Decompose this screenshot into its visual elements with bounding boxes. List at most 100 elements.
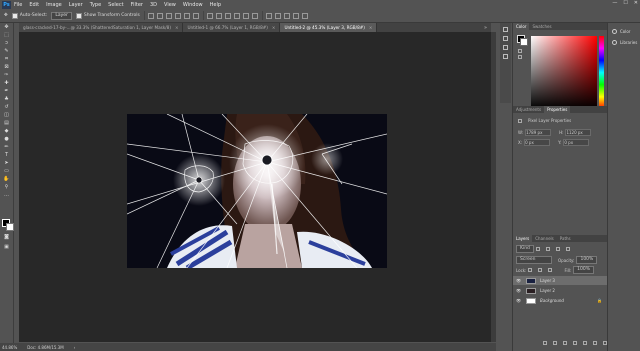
align-middle-icon[interactable] [183,12,190,19]
brush-tool-icon[interactable]: ✒ [3,88,10,94]
menu-file[interactable]: File [14,2,22,8]
filter-shape-icon[interactable] [565,247,570,251]
align-center-icon[interactable] [156,12,163,19]
hand-tool-icon[interactable]: ✋ [3,176,10,182]
character-panel-icon[interactable] [503,45,508,50]
align-bottom-icon[interactable] [192,12,199,19]
visibility-eye-icon[interactable]: 👁 [516,298,521,303]
tab-channels[interactable]: Channels [532,235,557,242]
x-field[interactable]: 0 px [524,139,551,146]
opacity-field[interactable]: 100% [576,256,598,264]
blur-tool-icon[interactable]: ◆ [3,128,10,134]
3d-mode-icon[interactable] [274,12,281,19]
3d-mode-icon[interactable] [265,12,272,19]
tab-color[interactable]: Color [513,23,530,30]
clone-stamp-tool-icon[interactable]: ♣ [3,96,10,102]
menu-edit[interactable]: Edit [29,2,39,8]
tab-paths[interactable]: Paths [557,235,574,242]
zoom-tool-icon[interactable]: ⚲ [3,184,10,190]
distribute-icon[interactable] [224,12,231,19]
3d-mode-icon[interactable] [292,12,299,19]
menu-filter[interactable]: Filter [131,2,143,8]
align-left-icon[interactable] [147,12,154,19]
width-field[interactable]: 1789 px [525,129,552,136]
menu-image[interactable]: Image [46,2,62,8]
color-picker-field[interactable] [531,36,597,109]
layer-row[interactable]: 👁 Background 🔒 [513,296,608,305]
background-color[interactable] [6,223,14,231]
rectangle-tool-icon[interactable]: ▭ [3,168,10,174]
more-tools-icon[interactable]: … [3,192,10,198]
history-panel-icon[interactable] [503,27,508,32]
auto-select-dropdown[interactable]: Layer [51,11,72,20]
menu-select[interactable]: Select [108,2,123,8]
distribute-icon[interactable] [206,12,213,19]
libraries-item[interactable]: Libraries [612,40,640,45]
type-tool-icon[interactable]: T [3,152,10,158]
blend-mode-dropdown[interactable]: Screen [516,256,552,264]
menu-view[interactable]: View [164,2,176,8]
adjustment-layer-icon[interactable] [573,341,577,345]
paragraph-panel-icon[interactable] [503,54,508,59]
tab-adjustments[interactable]: Adjustments [513,106,544,113]
auto-select-checkbox[interactable] [11,12,18,19]
visibility-eye-icon[interactable]: 👁 [516,278,521,283]
brushes-panel-icon[interactable] [503,36,508,41]
zoom-level[interactable]: 44.86% [2,345,17,350]
quick-select-tool-icon[interactable]: ✎ [3,48,10,54]
status-arrow-icon[interactable]: › [74,345,76,350]
menu-window[interactable]: Window [183,2,203,8]
hue-slider[interactable] [599,36,604,109]
transform-option[interactable]: Show Transform Controls [75,12,140,19]
panel-background-color[interactable] [520,38,528,46]
crop-tool-icon[interactable]: ⌗ [3,56,10,62]
document-image[interactable] [127,114,387,268]
distribute-icon[interactable] [251,12,258,19]
layer-row[interactable]: 👁 Layer 2 [513,286,608,295]
auto-select-option[interactable]: Auto-Select: [11,12,47,19]
distribute-icon[interactable] [233,12,240,19]
eyedropper-tool-icon[interactable]: ✑ [3,72,10,78]
menu-3d[interactable]: 3D [150,2,157,8]
color-swatches[interactable] [2,219,14,231]
move-tool-icon[interactable]: ✥ [4,13,8,18]
dodge-tool-icon[interactable]: ● [3,136,10,142]
doc-tab-active[interactable]: Untitled-2 @ 45.3% (Layer 3, RGB/8#) × [280,23,378,32]
lock-all-icon[interactable] [548,268,553,272]
healing-brush-tool-icon[interactable]: ✚ [3,80,10,86]
doc-tab[interactable]: glass-cracked-17-by-...@ 33.3% (Shattere… [19,23,184,32]
close-button[interactable]: ✕ [634,0,638,6]
filter-adjust-icon[interactable] [545,247,550,251]
path-select-tool-icon[interactable]: ➤ [3,160,10,166]
layer-row[interactable]: 👁 Layer 3 [513,276,608,285]
pen-tool-icon[interactable]: ✏ [3,144,10,150]
new-layer-icon[interactable] [593,341,597,345]
new-group-icon[interactable] [583,341,587,345]
3d-mode-icon[interactable] [283,12,290,19]
filter-type-icon[interactable] [555,247,560,251]
distribute-icon[interactable] [215,12,222,19]
y-field[interactable]: 0 px [563,139,590,146]
marquee-tool-icon[interactable]: ⬚ [3,32,10,38]
tab-swatches[interactable]: Swatches [529,23,554,30]
frame-tool-icon[interactable]: ⊠ [3,64,10,70]
quick-mask-icon[interactable]: ◙ [3,234,10,240]
screen-mode-icon[interactable]: ▣ [3,244,10,250]
align-right-icon[interactable] [165,12,172,19]
close-tab-icon[interactable]: × [175,25,179,30]
add-mask-icon[interactable] [563,341,567,345]
vertical-scrollbar[interactable] [491,32,496,342]
3d-mode-icon[interactable] [301,12,308,19]
lock-pixels-icon[interactable] [528,268,533,272]
filter-kind-dropdown[interactable]: Kind [516,245,534,253]
transform-checkbox[interactable] [75,12,82,19]
tabs-overflow-icon[interactable]: » [484,25,487,31]
fill-field[interactable]: 100% [573,266,595,274]
gradient-tool-icon[interactable]: ▤ [3,120,10,126]
menu-type[interactable]: Type [90,2,101,8]
maximize-button[interactable]: ☐ [623,0,627,6]
lasso-tool-icon[interactable]: ↄ [3,40,10,46]
libraries-color-item[interactable]: Color [612,29,640,34]
distribute-icon[interactable] [242,12,249,19]
tab-layers[interactable]: Layers [513,235,533,242]
